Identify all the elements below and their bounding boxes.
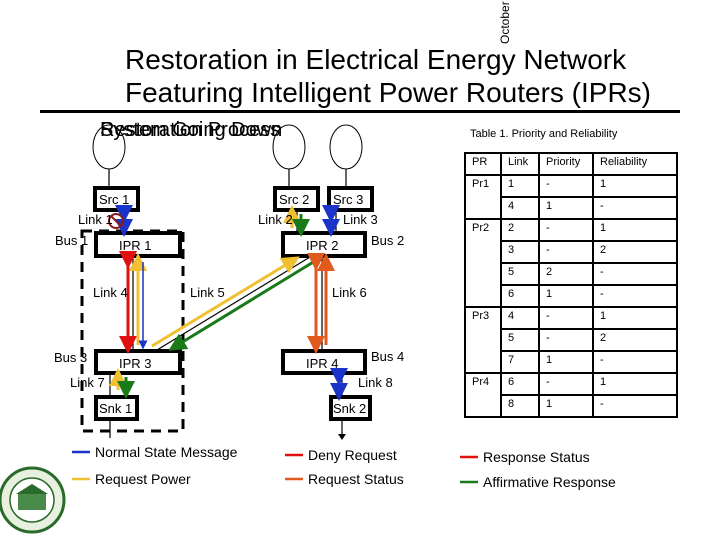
table-row: 71-	[464, 350, 678, 374]
legend-response-status: Response Status	[483, 449, 590, 465]
table-cell: -	[592, 196, 678, 220]
table-caption: Table 1. Priority and Reliability	[470, 128, 618, 140]
pr-cell: Pr2	[464, 218, 502, 241]
ipr3-label: IPR 3	[119, 356, 152, 371]
table-cell: 5	[500, 262, 540, 286]
link6-label: Link 6	[332, 285, 367, 300]
table-cell: 1	[592, 174, 678, 198]
table-row: 41-	[464, 196, 678, 220]
table-cell: -	[592, 394, 678, 418]
pr-cell	[464, 329, 502, 351]
table-cell: -	[592, 262, 678, 286]
table-cell: -	[592, 284, 678, 308]
table-cell: 1	[592, 372, 678, 396]
table-row: 3-2	[464, 240, 678, 264]
generator-1	[92, 124, 126, 170]
table-row: Pr2 2-1	[464, 218, 678, 242]
table-header-cell: Priority	[538, 152, 594, 176]
table-cell: -	[538, 218, 594, 242]
ipr4-label: IPR 4	[306, 356, 339, 371]
generator-3	[329, 124, 363, 170]
pr-cell	[464, 241, 502, 263]
table-cell: 2	[592, 328, 678, 352]
pr-cell: Pr3	[464, 306, 502, 329]
table-header-cell: PR	[464, 152, 502, 176]
table-cell: 5	[500, 328, 540, 352]
table-cell: 1	[500, 174, 540, 198]
table-cell: 1	[538, 394, 594, 418]
table-row: Pr4 6-1	[464, 372, 678, 396]
pr-cell: Pr4	[464, 372, 502, 395]
legend-affirmative-response: Affirmative Response	[483, 474, 616, 490]
table-cell: 4	[500, 196, 540, 220]
priority-reliability-table: PR Link Priority Reliability Pr1 1-1 4 1- Pr2 2-…	[464, 152, 678, 418]
table-row: 52-	[464, 262, 678, 286]
bus4-label: Bus 4	[371, 349, 404, 364]
ipr1-label: IPR 1	[119, 238, 152, 253]
table-header-cell: Reliability	[592, 152, 678, 176]
src2-label: Src 2	[279, 192, 309, 207]
slide: October Restoration in Electrical Energy…	[0, 0, 720, 540]
table-cell: 1	[592, 218, 678, 242]
table-cell: 1	[538, 196, 594, 220]
table-row: Pr1 1-1	[464, 174, 678, 198]
table-cell: -	[538, 306, 594, 330]
table-cell: 4	[500, 306, 540, 330]
snk1-label: Snk 1	[99, 401, 132, 416]
table-cell: 6	[500, 372, 540, 396]
bus3-label: Bus 3	[54, 350, 87, 365]
table-cell: -	[592, 350, 678, 374]
table-cell: -	[538, 372, 594, 396]
table-row: 81-	[464, 394, 678, 418]
table-cell: 1	[538, 284, 594, 308]
bus1-label: Bus 1	[55, 233, 88, 248]
table-cell: 2	[538, 262, 594, 286]
ipr2-label: IPR 2	[306, 238, 339, 253]
table-cell: -	[538, 174, 594, 198]
link1-label: Link 1	[78, 212, 113, 227]
table-cell: 2	[592, 240, 678, 264]
legend-deny-request: Deny Request	[308, 447, 397, 463]
table-cell: 2	[500, 218, 540, 242]
table-row: 61-	[464, 284, 678, 308]
table-row: Pr3 4-1	[464, 306, 678, 330]
pr-cell: Pr1	[464, 174, 502, 197]
link3-label: Link 3	[343, 212, 378, 227]
pr-cell	[464, 285, 502, 308]
pr-cell	[464, 197, 502, 220]
table-header-cell: Link	[500, 152, 540, 176]
table-cell: -	[538, 240, 594, 264]
snk2-label: Snk 2	[333, 401, 366, 416]
table-cell: 8	[500, 394, 540, 418]
university-seal-logo	[0, 466, 66, 534]
link5-label: Link 5	[190, 285, 225, 300]
table-header-row: PR Link Priority Reliability	[464, 152, 678, 176]
pr-cell	[464, 263, 502, 285]
table-row: 5-2	[464, 328, 678, 352]
table-cell: 3	[500, 240, 540, 264]
link8-label: Link 8	[358, 375, 393, 390]
legend-normal-state: Normal State Message	[95, 444, 238, 460]
table-cell: 6	[500, 284, 540, 308]
table-cell: 1	[592, 306, 678, 330]
table-cell: 7	[500, 350, 540, 374]
pr-cell	[464, 395, 502, 418]
generator-2	[272, 124, 306, 170]
legend-request-power: Request Power	[95, 471, 191, 487]
legend-request-status: Request Status	[308, 471, 404, 487]
src3-label: Src 3	[333, 192, 363, 207]
link7-label: Link 7	[70, 375, 105, 390]
table-cell: -	[538, 328, 594, 352]
table-cell: 1	[538, 350, 594, 374]
bus2-label: Bus 2	[371, 233, 404, 248]
link4-label: Link 4	[93, 285, 128, 300]
pr-cell	[464, 351, 502, 374]
link2-label: Link 2	[258, 212, 293, 227]
src1-label: Src 1	[99, 192, 129, 207]
